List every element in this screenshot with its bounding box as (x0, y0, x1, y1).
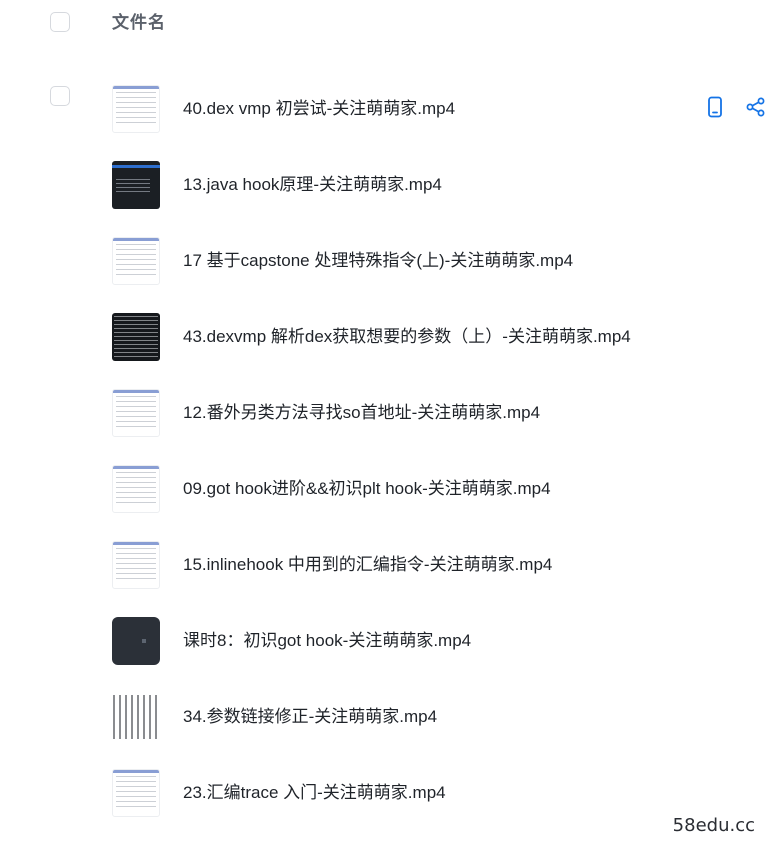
file-row[interactable]: 12.番外另类方法寻找so首地址-关注萌萌家.mp4 (0, 364, 769, 440)
video-thumbnail[interactable] (112, 465, 160, 513)
file-row[interactable]: 40.dex vmp 初尝试-关注萌萌家.mp4 (0, 60, 769, 136)
watermark: 58edu.cc (672, 815, 755, 836)
video-thumbnail[interactable] (112, 389, 160, 437)
file-row[interactable]: 17 基于capstone 处理特殊指令(上)-关注萌萌家.mp4 (0, 212, 769, 288)
row-checkbox[interactable] (50, 86, 70, 106)
video-thumbnail[interactable] (112, 237, 160, 285)
file-name[interactable]: 13.java hook原理-关注萌萌家.mp4 (183, 174, 442, 196)
share-icon[interactable] (744, 95, 768, 119)
video-thumbnail[interactable] (112, 161, 160, 209)
file-name[interactable]: 09.got hook进阶&&初识plt hook-关注萌萌家.mp4 (183, 478, 551, 500)
file-name[interactable]: 43.dexvmp 解析dex获取想要的参数（上）-关注萌萌家.mp4 (183, 326, 631, 348)
file-name[interactable]: 23.汇编trace 入门-关注萌萌家.mp4 (183, 782, 446, 804)
file-row[interactable]: 15.inlinehook 中用到的汇编指令-关注萌萌家.mp4 (0, 516, 769, 592)
file-list-header: 文件名 (0, 0, 769, 46)
video-thumbnail[interactable] (112, 313, 160, 361)
file-name[interactable]: 40.dex vmp 初尝试-关注萌萌家.mp4 (183, 98, 455, 120)
video-thumbnail[interactable] (112, 769, 160, 817)
file-name[interactable]: 17 基于capstone 处理特殊指令(上)-关注萌萌家.mp4 (183, 250, 573, 272)
file-name[interactable]: 34.参数链接修正-关注萌萌家.mp4 (183, 706, 437, 728)
file-name[interactable]: 课时8：初识got hook-关注萌萌家.mp4 (183, 630, 471, 652)
file-name[interactable]: 12.番外另类方法寻找so首地址-关注萌萌家.mp4 (183, 402, 540, 424)
file-name[interactable]: 15.inlinehook 中用到的汇编指令-关注萌萌家.mp4 (183, 554, 552, 576)
column-header-filename[interactable]: 文件名 (112, 12, 166, 34)
file-row[interactable]: 34.参数链接修正-关注萌萌家.mp4 (0, 668, 769, 744)
file-row[interactable]: 43.dexvmp 解析dex获取想要的参数（上）-关注萌萌家.mp4 (0, 288, 769, 364)
video-thumbnail[interactable] (112, 617, 160, 665)
file-row[interactable]: 23.汇编trace 入门-关注萌萌家.mp4 (0, 744, 769, 820)
video-thumbnail[interactable] (112, 85, 160, 133)
video-thumbnail[interactable] (112, 541, 160, 589)
select-all-checkbox[interactable] (50, 12, 70, 32)
file-row[interactable]: 13.java hook原理-关注萌萌家.mp4 (0, 136, 769, 212)
file-row[interactable]: 课时8：初识got hook-关注萌萌家.mp4 (0, 592, 769, 668)
file-row[interactable]: 09.got hook进阶&&初识plt hook-关注萌萌家.mp4 (0, 440, 769, 516)
video-thumbnail[interactable] (112, 693, 160, 741)
phone-icon[interactable] (703, 95, 727, 119)
